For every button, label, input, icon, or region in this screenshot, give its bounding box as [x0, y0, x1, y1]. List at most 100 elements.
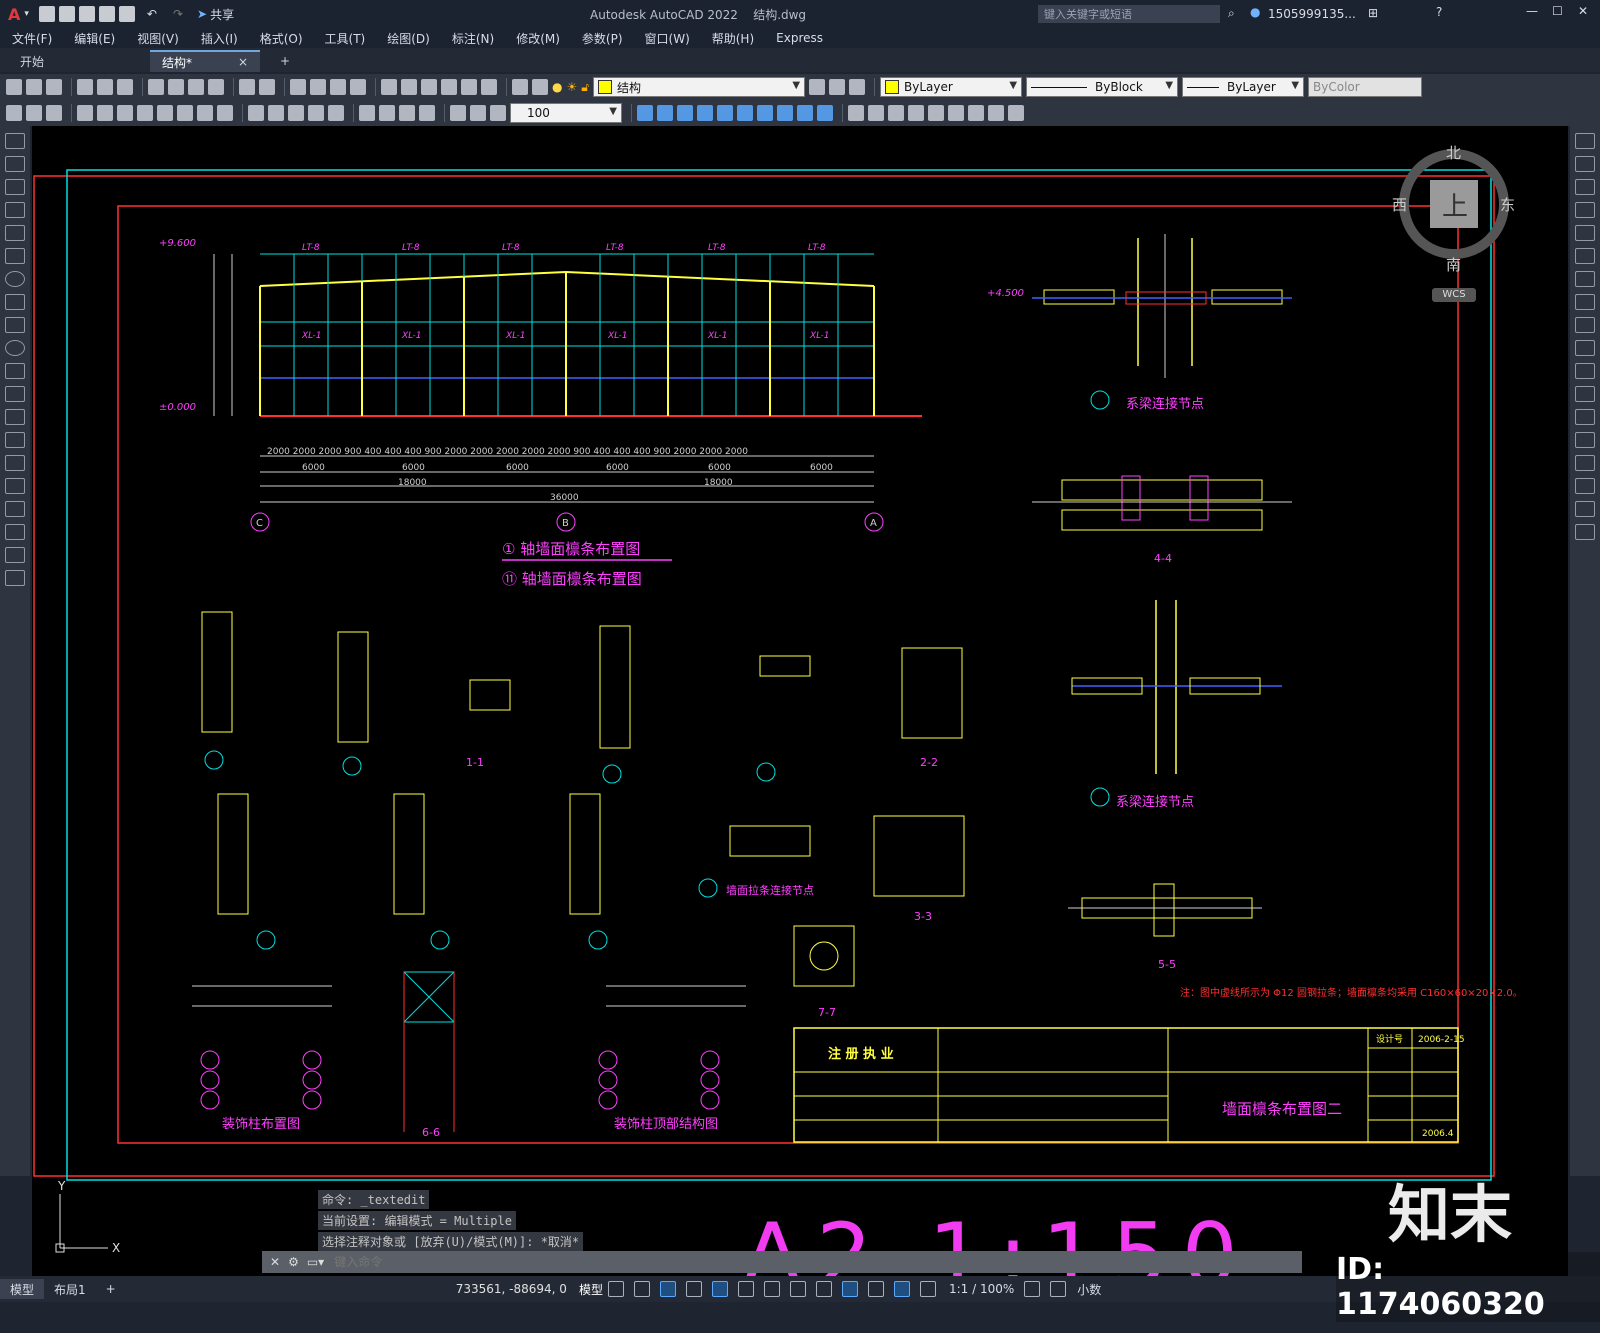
- tab-start[interactable]: 开始: [8, 50, 142, 72]
- scale-icon[interactable]: [1575, 294, 1595, 310]
- rotate-icon[interactable]: [1575, 271, 1595, 287]
- undo-icon[interactable]: ↶: [147, 7, 157, 21]
- make-current-layer-icon[interactable]: [809, 79, 826, 95]
- command-input[interactable]: [332, 1252, 1302, 1272]
- maximize-icon[interactable]: ☐: [1552, 4, 1563, 18]
- match-properties-icon[interactable]: [208, 79, 224, 95]
- inspect-icon[interactable]: [399, 105, 415, 121]
- menu-draw[interactable]: 绘图(D): [387, 30, 430, 47]
- ellipse-arc-icon[interactable]: [5, 363, 25, 379]
- make-block-icon[interactable]: [5, 409, 25, 425]
- break-point-icon[interactable]: [1575, 386, 1595, 402]
- menu-format[interactable]: 格式(O): [260, 30, 303, 47]
- offset-icon[interactable]: [1575, 202, 1595, 218]
- join-icon[interactable]: [1575, 432, 1595, 448]
- radius-dim-icon[interactable]: [157, 105, 173, 121]
- paste-icon[interactable]: [188, 79, 204, 95]
- user-icon[interactable]: ●: [1250, 5, 1260, 19]
- publish-icon[interactable]: [117, 79, 133, 95]
- extend-icon[interactable]: [1575, 363, 1595, 379]
- new-tab-button[interactable]: +: [268, 50, 302, 72]
- help-icon[interactable]: ?: [1436, 5, 1442, 19]
- color-dropdown[interactable]: ByLayer ▼: [880, 77, 1023, 97]
- new-icon[interactable]: [38, 6, 55, 22]
- help-icon[interactable]: [512, 79, 528, 95]
- units-readout[interactable]: 小数: [1077, 1281, 1101, 1298]
- selection-cycling-icon[interactable]: [815, 1281, 832, 1297]
- sun-icon[interactable]: ☀: [566, 80, 577, 94]
- viewcube-west[interactable]: 西: [1392, 194, 1407, 215]
- redo-icon[interactable]: [259, 79, 275, 95]
- add-layout-button[interactable]: +: [96, 1279, 126, 1299]
- ucs-previous-icon[interactable]: [888, 105, 904, 121]
- new-icon[interactable]: [6, 79, 22, 95]
- menu-modify[interactable]: 修改(M): [516, 30, 560, 47]
- ucs-world-icon[interactable]: [868, 105, 884, 121]
- osnap-icon[interactable]: [711, 1281, 728, 1297]
- ucs-z-axis-icon[interactable]: [988, 105, 1004, 121]
- circle-icon[interactable]: [5, 271, 25, 287]
- workspace-gear-icon[interactable]: [1024, 1281, 1041, 1297]
- tolerance-icon[interactable]: [359, 105, 375, 121]
- save-icon[interactable]: [46, 79, 62, 95]
- polar-icon[interactable]: [685, 1281, 702, 1297]
- sheet-set-icon[interactable]: [441, 79, 457, 95]
- menu-edit[interactable]: 编辑(E): [74, 30, 115, 47]
- save-icon[interactable]: [78, 6, 95, 22]
- search-icon[interactable]: ⌕: [1228, 6, 1235, 21]
- ortho-icon[interactable]: [659, 1281, 676, 1297]
- array-icon[interactable]: [1575, 225, 1595, 241]
- plot-icon[interactable]: [118, 6, 135, 22]
- ucs-face-icon[interactable]: [908, 105, 924, 121]
- zoom-window-icon[interactable]: [330, 79, 346, 95]
- dim-scale-dropdown[interactable]: 100 ▼: [510, 103, 622, 123]
- trim-icon[interactable]: [1575, 340, 1595, 356]
- chamfer-icon[interactable]: [1575, 455, 1595, 471]
- polygon-icon[interactable]: [5, 202, 25, 218]
- otrack-icon[interactable]: [737, 1281, 754, 1297]
- undo-icon[interactable]: [239, 79, 255, 95]
- tool-palettes-icon[interactable]: [421, 79, 437, 95]
- app-menu-arrow-icon[interactable]: ▾: [24, 9, 29, 19]
- dim-style-icon[interactable]: [26, 105, 42, 121]
- lineweight-dropdown[interactable]: ByLayer ▼: [1182, 77, 1305, 97]
- view-bottom-icon[interactable]: [657, 105, 673, 121]
- annotation-visibility-icon[interactable]: [919, 1281, 936, 1297]
- menu-express[interactable]: Express: [776, 31, 823, 45]
- minimize-icon[interactable]: —: [1526, 4, 1538, 18]
- viewcube[interactable]: 北 南 西 东 上: [1392, 142, 1515, 282]
- view-ne-iso-icon[interactable]: [797, 105, 813, 121]
- dim-text-home-icon[interactable]: [490, 105, 506, 121]
- open-icon[interactable]: [58, 6, 75, 22]
- menu-file[interactable]: 文件(F): [12, 30, 52, 47]
- angular-dim-icon[interactable]: [217, 105, 233, 121]
- viewcube-top-face[interactable]: 上: [1442, 186, 1468, 223]
- dim-text-edit-icon[interactable]: [450, 105, 466, 121]
- drawing-canvas[interactable]: LT-8 LT-8 LT-8 LT-8 LT-8 LT-8 XL-1 XL-1 XL-1 X…: [32, 126, 1568, 1276]
- markup-icon[interactable]: [461, 79, 477, 95]
- diameter-dim-icon[interactable]: [197, 105, 213, 121]
- mirror-icon[interactable]: [1575, 179, 1595, 195]
- menu-insert[interactable]: 插入(I): [201, 30, 238, 47]
- plotstyle-dropdown[interactable]: ByColor: [1308, 77, 1423, 97]
- viewcube-east[interactable]: 东: [1500, 194, 1515, 215]
- tab-layout1[interactable]: 布局1: [44, 1279, 96, 1299]
- add-selected-icon[interactable]: [5, 570, 25, 586]
- dim-break-icon[interactable]: [328, 105, 344, 121]
- erase-icon[interactable]: [1575, 133, 1595, 149]
- redo-icon[interactable]: ↷: [173, 7, 183, 21]
- saveas-icon[interactable]: [98, 6, 115, 22]
- linetype-dropdown[interactable]: ByBlock ▼: [1026, 77, 1179, 97]
- dim-update-icon[interactable]: [6, 105, 22, 121]
- plus-icon[interactable]: [1050, 1281, 1067, 1297]
- plot-preview-icon[interactable]: [97, 79, 113, 95]
- pan-icon[interactable]: [290, 79, 306, 95]
- snap-icon[interactable]: [633, 1281, 650, 1297]
- annotation-monitor-icon[interactable]: [841, 1281, 858, 1297]
- arc-icon[interactable]: [5, 248, 25, 264]
- view-front-icon[interactable]: [717, 105, 733, 121]
- wcs-menu[interactable]: WCS: [1432, 288, 1476, 302]
- hatch-icon[interactable]: [5, 455, 25, 471]
- dim-text-angle-icon[interactable]: [470, 105, 486, 121]
- dim-edit-icon[interactable]: [46, 105, 62, 121]
